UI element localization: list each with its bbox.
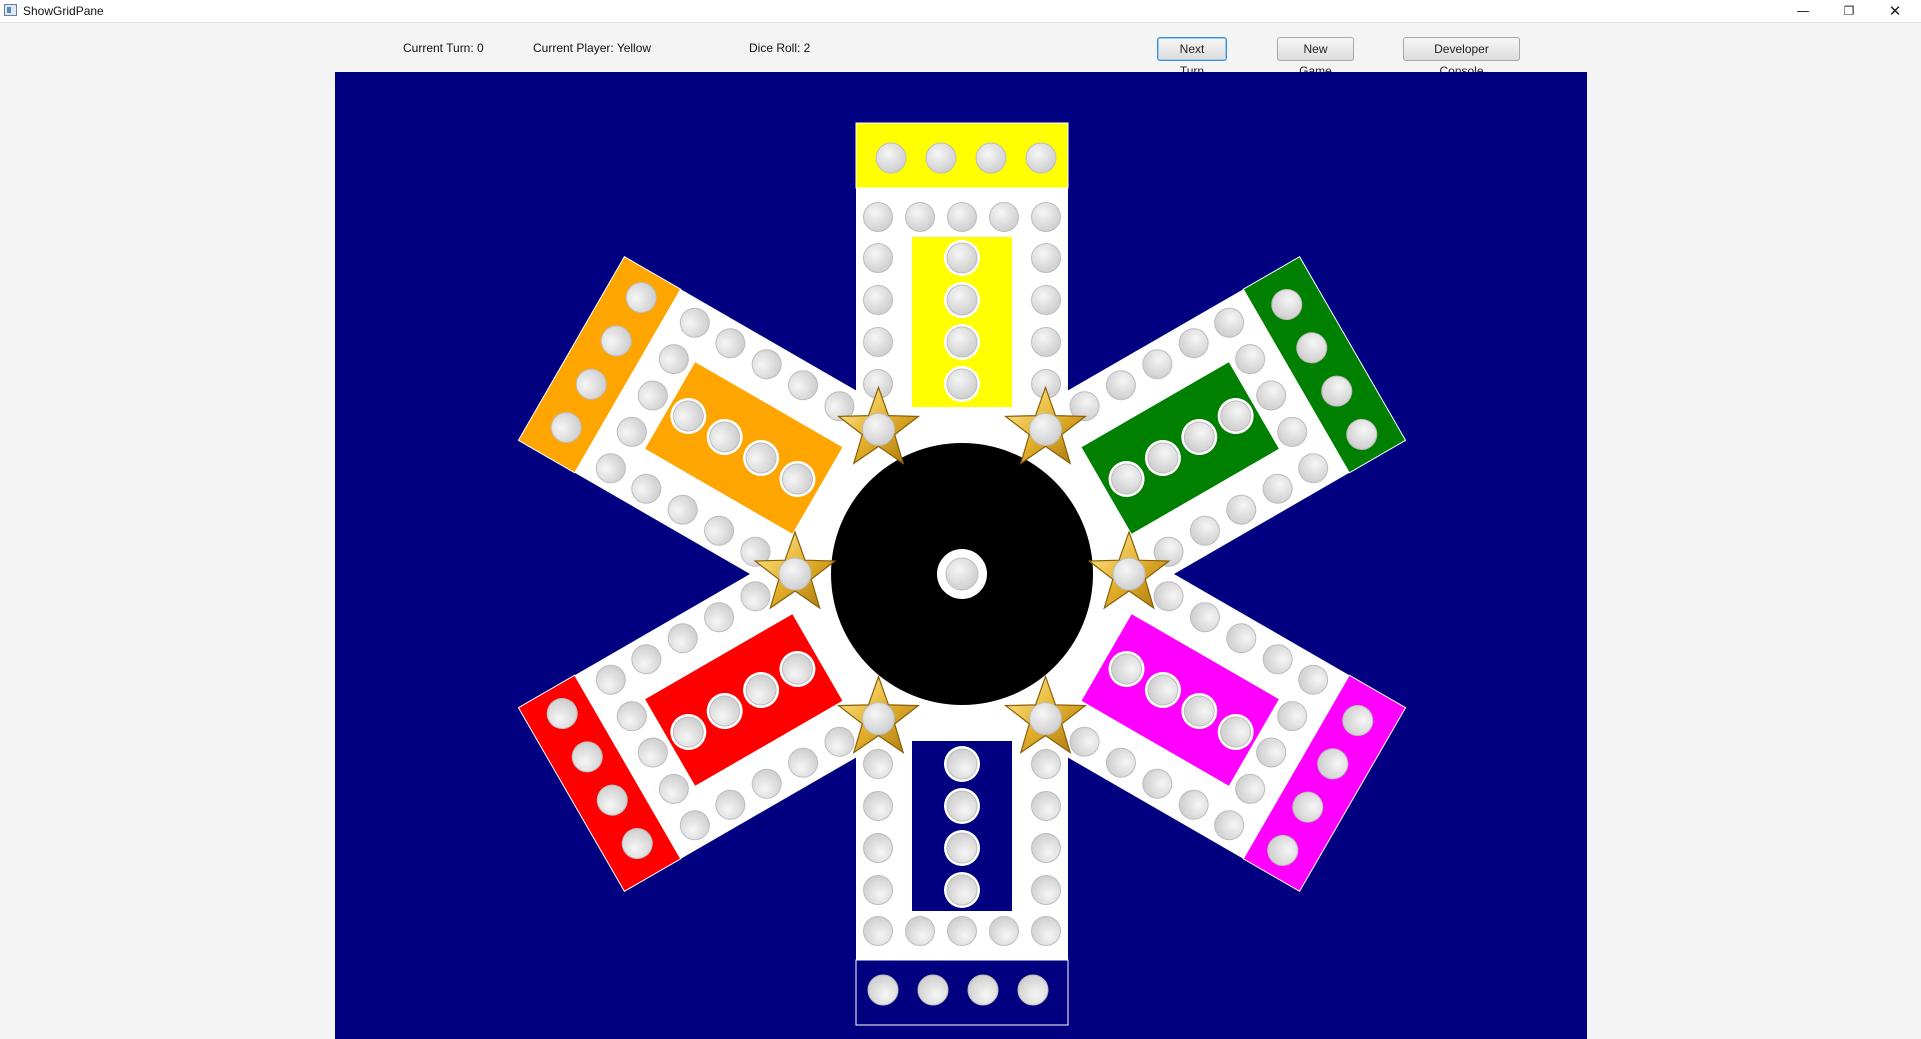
game-board[interactable] (335, 72, 1587, 1039)
track-hole[interactable] (947, 202, 977, 232)
star-hole[interactable] (1029, 702, 1062, 736)
track-hole[interactable] (863, 285, 893, 315)
current-player-label: Current Player: Yellow (533, 41, 652, 55)
board-canvas (517, 122, 1407, 1026)
finish-hole-navy[interactable] (946, 748, 978, 780)
next-turn-button[interactable]: Next Turn (1157, 37, 1227, 78)
app-window: ShowGridPane — ❐ ✕ Current Turn: 0 Curre… (0, 0, 1921, 1039)
track-hole[interactable] (863, 916, 893, 946)
finish-hole-yellow[interactable] (946, 326, 978, 358)
track-hole[interactable] (1031, 875, 1061, 905)
track-hole[interactable] (989, 916, 1019, 946)
track-hole[interactable] (863, 327, 893, 357)
track-hole[interactable] (863, 833, 893, 863)
track-hole[interactable] (947, 916, 977, 946)
dice-roll-label: Dice Roll: 2 (749, 41, 811, 55)
track-hole[interactable] (1031, 202, 1061, 232)
finish-hole-navy[interactable] (946, 832, 978, 864)
finish-hole-navy[interactable] (946, 790, 978, 822)
finish-hole-yellow[interactable] (946, 368, 978, 400)
track-hole[interactable] (863, 243, 893, 273)
star-hole[interactable] (862, 702, 895, 736)
track-hole[interactable] (863, 875, 893, 905)
track-hole[interactable] (905, 202, 935, 232)
track-hole[interactable] (1031, 749, 1061, 779)
track-hole[interactable] (1031, 791, 1061, 821)
developer-console-button[interactable]: Developer Console (1403, 37, 1520, 78)
star-hole[interactable] (1029, 412, 1062, 446)
track-hole[interactable] (1031, 327, 1061, 357)
track-hole[interactable] (1031, 916, 1061, 946)
finish-hole-yellow[interactable] (946, 284, 978, 316)
track-hole[interactable] (1031, 833, 1061, 863)
current-turn-label: Current Turn: 0 (403, 41, 484, 55)
home-slot-yellow[interactable] (1025, 142, 1057, 174)
finish-hole-navy[interactable] (946, 874, 978, 906)
home-slot-yellow[interactable] (925, 142, 957, 174)
window-title: ShowGridPane (23, 4, 104, 18)
track-hole[interactable] (863, 202, 893, 232)
track-hole[interactable] (863, 749, 893, 779)
minimize-icon[interactable]: — (1780, 0, 1826, 22)
home-slot-navy[interactable] (867, 974, 899, 1006)
home-slot-yellow[interactable] (975, 142, 1007, 174)
app-icon (4, 4, 17, 16)
track-hole[interactable] (1031, 285, 1061, 315)
restore-icon[interactable]: ❐ (1826, 0, 1872, 22)
finish-hole-yellow[interactable] (946, 242, 978, 274)
title-bar: ShowGridPane — ❐ ✕ (0, 0, 1921, 23)
track-hole[interactable] (863, 791, 893, 821)
home-slot-navy[interactable] (917, 974, 949, 1006)
track-hole[interactable] (1031, 243, 1061, 273)
star-hole[interactable] (778, 557, 812, 591)
new-game-button[interactable]: New Game (1277, 37, 1354, 78)
home-slot-navy[interactable] (1017, 974, 1049, 1006)
center-goal-hole[interactable] (945, 557, 979, 591)
star-hole[interactable] (1112, 557, 1146, 591)
track-hole[interactable] (989, 202, 1019, 232)
track-hole[interactable] (905, 916, 935, 946)
home-slot-navy[interactable] (967, 974, 999, 1006)
home-slot-yellow[interactable] (875, 142, 907, 174)
game-toolbar: Current Turn: 0 Current Player: Yellow D… (0, 22, 1921, 78)
close-icon[interactable]: ✕ (1872, 0, 1918, 22)
star-hole[interactable] (862, 412, 895, 446)
